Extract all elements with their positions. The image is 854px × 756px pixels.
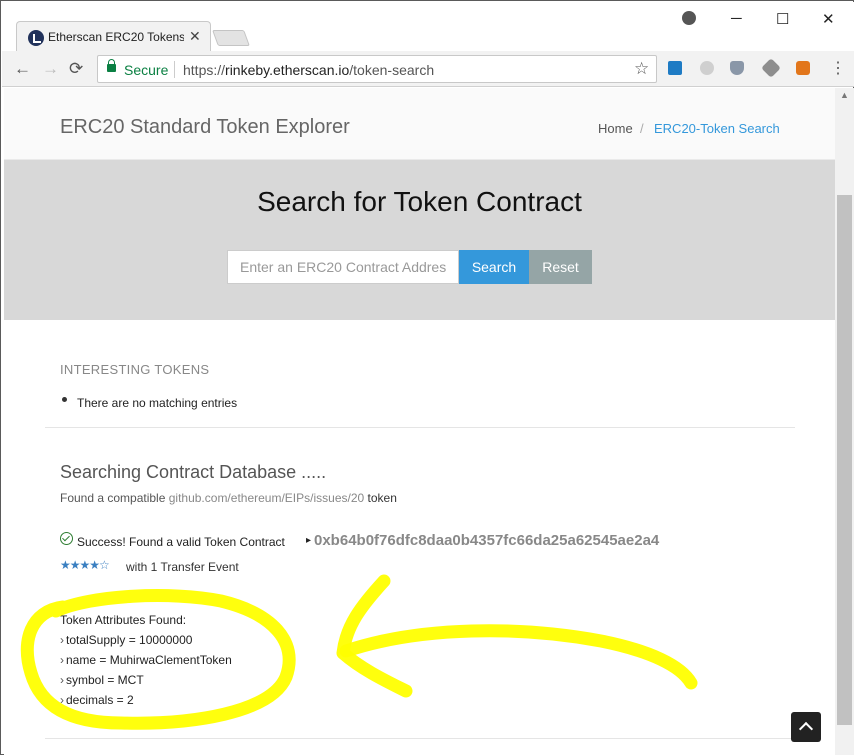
success-message: Success! Found a valid Token Contract bbox=[77, 535, 285, 549]
eip20-link[interactable]: github.com/ethereum/EIPs/issues/20 bbox=[169, 491, 364, 505]
found-suffix: token bbox=[364, 491, 397, 505]
url-scheme: https:// bbox=[183, 62, 226, 78]
secure-label: Secure bbox=[124, 62, 169, 78]
address-toolbar: ← → ⟳ Secure https://rinkeby.etherscan.i… bbox=[2, 51, 854, 87]
page-title: ERC20 Standard Token Explorer bbox=[60, 116, 350, 138]
attribute-value: totalSupply = 10000000 bbox=[66, 633, 193, 647]
tab-title: Etherscan ERC20 Tokens bbox=[48, 30, 184, 44]
search-button[interactable]: Search bbox=[459, 250, 529, 284]
attribute-value: decimals = 2 bbox=[66, 693, 134, 707]
breadcrumb-current[interactable]: ERC20-Token Search bbox=[654, 121, 780, 136]
no-entries-text: There are no matching entries bbox=[77, 396, 238, 410]
contract-address-input[interactable] bbox=[227, 250, 459, 284]
extension-cube-icon[interactable] bbox=[761, 58, 781, 78]
divider bbox=[45, 738, 795, 739]
window-close-icon[interactable]: ✕ bbox=[822, 10, 835, 28]
reset-button[interactable]: Reset bbox=[529, 250, 592, 284]
url-text[interactable]: https://rinkeby.etherscan.io/token-searc… bbox=[183, 62, 434, 78]
attribute-row: › symbol = MCT bbox=[60, 670, 232, 690]
tab-close-icon[interactable]: ✕ bbox=[189, 28, 201, 45]
scroll-up-icon[interactable]: ▲ bbox=[840, 90, 849, 100]
attribute-value: name = MuhirwaClementToken bbox=[66, 653, 232, 667]
scroll-to-top-button[interactable] bbox=[791, 712, 821, 742]
breadcrumb-separator: / bbox=[640, 121, 644, 136]
etherscan-favicon-icon bbox=[28, 30, 44, 46]
list-bullet bbox=[62, 397, 67, 402]
extension-shield-icon[interactable] bbox=[730, 61, 744, 75]
forward-icon[interactable]: → bbox=[42, 59, 59, 79]
attribute-row: › name = MuhirwaClementToken bbox=[60, 650, 232, 670]
chevron-right-icon: › bbox=[60, 633, 64, 647]
url-host: rinkeby.etherscan.io bbox=[225, 62, 350, 78]
page-scrollbar[interactable]: ▲ bbox=[835, 88, 854, 755]
token-attributes: Token Attributes Found: › totalSupply = 1… bbox=[60, 610, 232, 710]
metamask-fox-icon[interactable] bbox=[796, 61, 810, 75]
maximize-icon[interactable]: ☐ bbox=[776, 10, 789, 28]
rating-stars-icon: ★★★★☆ bbox=[60, 558, 110, 572]
extension-circle-icon[interactable] bbox=[700, 61, 714, 75]
chevron-right-icon: › bbox=[60, 673, 64, 687]
transfer-event-count: with 1 Transfer Event bbox=[126, 560, 239, 574]
attribute-row: › totalSupply = 10000000 bbox=[60, 630, 232, 650]
found-compatible-line: Found a compatible github.com/ethereum/E… bbox=[60, 491, 397, 505]
browser-tab[interactable]: Etherscan ERC20 Tokens ✕ bbox=[16, 21, 211, 52]
reload-icon[interactable]: ⟳ bbox=[69, 59, 83, 79]
caret-right-icon: ▸ bbox=[306, 535, 312, 546]
back-icon[interactable]: ← bbox=[14, 59, 31, 79]
browser-window: Etherscan ERC20 Tokens ✕ ─ ☐ ✕ ← → ⟳ Sec… bbox=[0, 0, 854, 755]
address-bar[interactable]: Secure https://rinkeby.etherscan.io/toke… bbox=[97, 55, 657, 83]
minimize-icon[interactable]: ─ bbox=[731, 10, 742, 27]
new-tab-button[interactable] bbox=[212, 30, 250, 46]
search-section: Search for Token Contract Search Reset bbox=[4, 160, 835, 320]
title-bar: Etherscan ERC20 Tokens ✕ ─ ☐ ✕ bbox=[2, 2, 854, 52]
lock-icon bbox=[107, 59, 116, 72]
attribute-value: symbol = MCT bbox=[66, 673, 144, 687]
search-heading: Search for Token Contract bbox=[257, 186, 582, 217]
omnibox-divider bbox=[174, 61, 175, 78]
page-content: ERC20 Standard Token Explorer Home / ERC… bbox=[4, 88, 835, 755]
breadcrumb-home-link[interactable]: Home bbox=[598, 121, 633, 136]
attribute-row: › decimals = 2 bbox=[60, 690, 232, 710]
check-circle-icon bbox=[60, 532, 73, 545]
extension-wave-icon[interactable] bbox=[668, 61, 682, 75]
profile-icon[interactable] bbox=[682, 11, 696, 25]
scrollbar-thumb[interactable] bbox=[837, 195, 852, 725]
star-icon[interactable]: ☆ bbox=[634, 59, 649, 79]
results-heading: Searching Contract Database ..... bbox=[60, 462, 327, 482]
divider bbox=[45, 427, 795, 428]
interesting-tokens-heading: INTERESTING TOKENS bbox=[60, 362, 210, 377]
attributes-heading: Token Attributes Found: bbox=[60, 613, 187, 627]
browser-menu-icon[interactable]: ⋮ bbox=[830, 58, 846, 78]
contract-address-link[interactable]: 0xb64b0f76dfc8daa0b4357fc66da25a62545ae2… bbox=[314, 532, 659, 549]
chevron-right-icon: › bbox=[60, 653, 64, 667]
url-path: /token-search bbox=[349, 62, 435, 78]
found-prefix: Found a compatible bbox=[60, 491, 169, 505]
site-header: ERC20 Standard Token Explorer Home / ERC… bbox=[4, 88, 835, 160]
chevron-right-icon: › bbox=[60, 693, 64, 707]
